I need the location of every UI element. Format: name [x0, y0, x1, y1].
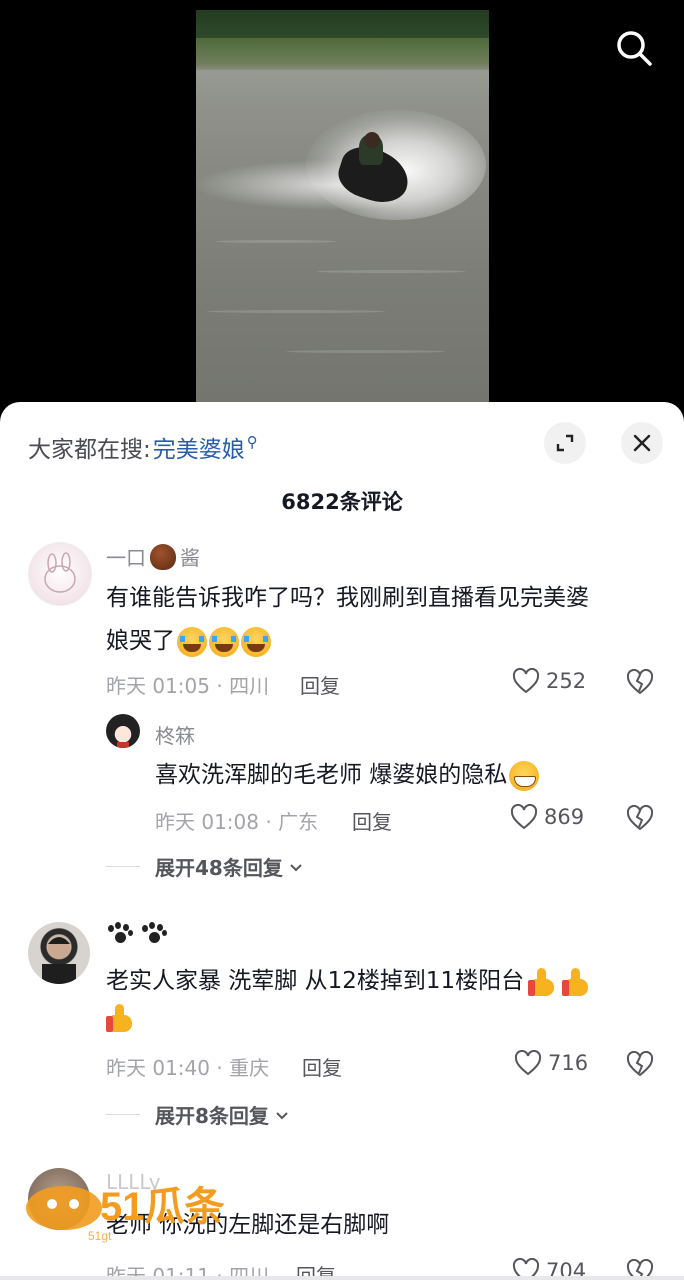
comment-username[interactable] — [106, 922, 174, 946]
expand-button[interactable] — [544, 422, 586, 464]
comment-text: 老实人家暴 洗荤脚 从12楼掉到11楼阳台 — [106, 960, 666, 1033]
dislike-button[interactable] — [626, 804, 654, 835]
watermark-logo: 51瓜条 51gt — [22, 1178, 252, 1248]
broken-heart-icon — [626, 1050, 654, 1077]
broken-heart-icon — [626, 668, 654, 695]
search-suggestion-keyword[interactable]: 完美婆娘 — [153, 430, 245, 464]
like-button[interactable]: 252 — [512, 668, 586, 694]
thumbs-up-emoji-icon — [562, 967, 592, 997]
reply-button[interactable]: 回复 — [352, 806, 392, 835]
expand-replies-button[interactable]: 展开48条回复 — [106, 852, 305, 881]
divider — [106, 1114, 140, 1115]
heart-icon — [510, 804, 538, 830]
video-wave — [206, 310, 386, 313]
search-icon[interactable] — [612, 26, 656, 70]
reply-avatar[interactable] — [106, 714, 140, 748]
dislike-button[interactable] — [626, 668, 654, 699]
like-count: 252 — [546, 669, 587, 693]
like-count: 716 — [548, 1051, 589, 1075]
small-search-icon: ⚲ — [246, 433, 258, 451]
reply-time-location: 昨天 01:08 · 广东 — [155, 810, 319, 834]
chestnut-emoji-icon — [150, 543, 176, 570]
search-suggestion[interactable]: 大家都在搜: 完美婆娘 ⚲ — [28, 430, 258, 464]
comment-sheet: 大家都在搜: 完美婆娘 ⚲ 6822条评论 一口 酱 有谁能告诉我咋了吗？我刚刷… — [0, 402, 684, 1280]
chevron-down-icon — [290, 863, 302, 871]
thumbs-up-emoji-icon — [106, 1003, 136, 1033]
comment-text: 有谁能告诉我咋了吗？我刚刷到直播看见完美婆 娘哭了 — [106, 577, 666, 663]
reply-username[interactable]: 柊箖 — [155, 720, 195, 749]
crying-emoji-icon — [177, 626, 207, 657]
like-button[interactable]: 869 — [510, 804, 584, 830]
dislike-button[interactable] — [626, 1050, 654, 1081]
heart-icon — [514, 1050, 542, 1076]
grinning-sweat-emoji-icon — [509, 760, 540, 791]
chevron-down-icon — [276, 1111, 288, 1119]
video-wave — [216, 240, 336, 243]
paw-icon — [106, 922, 134, 946]
paw-icon — [140, 922, 168, 946]
reply-button[interactable]: 回复 — [300, 670, 340, 699]
broken-heart-icon — [626, 804, 654, 831]
comment-count: 6822条评论 — [281, 490, 403, 514]
expand-replies-button[interactable]: 展开8条回复 — [106, 1100, 291, 1129]
like-button[interactable]: 716 — [514, 1050, 588, 1076]
svg-text:51瓜条: 51瓜条 — [100, 1185, 225, 1229]
like-count: 869 — [544, 805, 585, 829]
reply-text: 喜欢洗浑脚的毛老师 爆婆娘的隐私 — [155, 754, 655, 797]
reply-button[interactable]: 回复 — [302, 1052, 342, 1081]
fullscreen-icon — [556, 434, 574, 452]
svg-text:51gt: 51gt — [88, 1229, 112, 1243]
heart-icon — [512, 668, 540, 694]
avatar[interactable] — [28, 922, 90, 984]
home-indicator-area — [0, 1276, 684, 1280]
comment-time-location: 昨天 01:40 · 重庆 — [106, 1056, 270, 1080]
video-wave — [286, 350, 446, 353]
divider — [106, 866, 140, 867]
close-button[interactable] — [621, 422, 663, 464]
video-rider-head — [364, 132, 380, 148]
comment-time-location: 昨天 01:05 · 四川 — [106, 674, 270, 698]
comment-username[interactable]: 一口 酱 — [106, 542, 200, 571]
avatar[interactable] — [28, 542, 92, 606]
crying-emoji-icon — [241, 626, 271, 657]
crying-emoji-icon — [209, 626, 239, 657]
video-riverbank — [196, 38, 489, 70]
close-icon — [633, 434, 651, 452]
video-wave — [316, 270, 466, 273]
thumbs-up-emoji-icon — [528, 967, 558, 997]
video-frame[interactable] — [196, 10, 489, 402]
video-player[interactable] — [0, 0, 684, 420]
search-suggestion-prefix: 大家都在搜: — [28, 437, 151, 463]
video-treeline — [196, 10, 489, 38]
